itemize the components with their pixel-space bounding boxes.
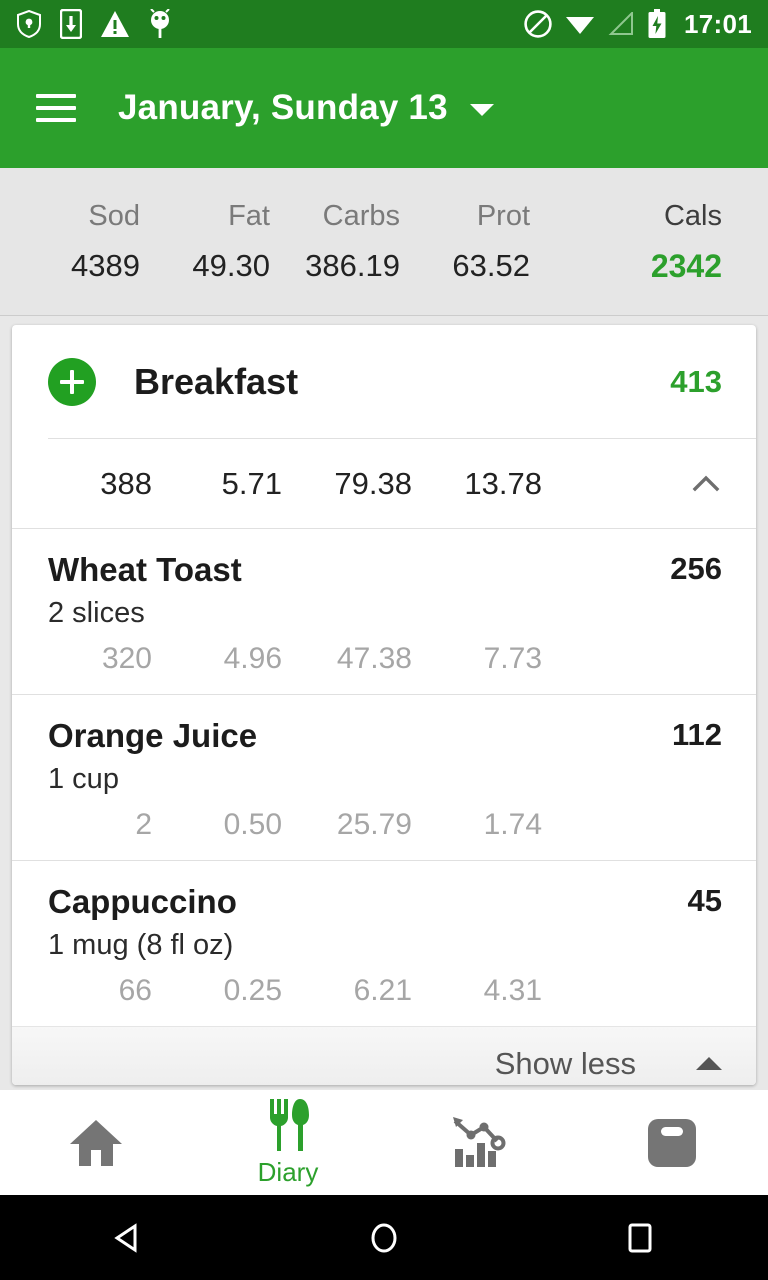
food-name: Wheat Toast: [48, 551, 242, 589]
food-macro-row: 2 0.50 25.79 1.74: [12, 808, 756, 842]
triangle-up-icon: [696, 1057, 722, 1070]
food-macro-sod: 66: [48, 974, 152, 1008]
food-macro-sod: 2: [48, 808, 152, 842]
meal-calories: 413: [670, 364, 722, 400]
food-macro-prot: 4.31: [412, 974, 542, 1008]
food-row-top: Wheat Toast 256: [12, 551, 756, 589]
back-icon: [110, 1220, 146, 1256]
food-calories: 256: [670, 551, 722, 587]
summary-value-carbs: 386.19: [270, 248, 400, 285]
meal-macro-fat: 5.71: [152, 466, 282, 502]
food-row[interactable]: Wheat Toast 256 2 slices 320 4.96 47.38 …: [12, 528, 756, 694]
summary-value-cals: 2342: [530, 248, 768, 285]
meal-macro-sod: 388: [48, 466, 152, 502]
food-row[interactable]: Orange Juice 112 1 cup 2 0.50 25.79 1.74: [12, 694, 756, 860]
meal-macro-carbs: 79.38: [282, 466, 412, 502]
warning-triangle-icon: [100, 10, 130, 38]
food-row-top: Orange Juice 112: [12, 717, 756, 755]
android-navigation-bar: [0, 1195, 768, 1280]
summary-label-cals: Cals: [530, 200, 768, 233]
food-macro-fat: 0.50: [152, 808, 282, 842]
food-row[interactable]: Cappuccino 45 1 mug (8 fl oz) 66 0.25 6.…: [12, 860, 756, 1026]
nav-label-diary: Diary: [258, 1157, 319, 1188]
meal-macro-prot: 13.78: [412, 466, 542, 502]
shield-icon: [16, 10, 42, 38]
status-bar: 17:01: [0, 0, 768, 48]
android-back-button[interactable]: [0, 1220, 256, 1256]
summary-labels-row: Sod Fat Carbs Prot Cals: [0, 200, 768, 233]
meal-title: Breakfast: [134, 361, 298, 403]
hamburger-menu-icon[interactable]: [36, 94, 76, 122]
food-macro-row: 320 4.96 47.38 7.73: [12, 642, 756, 676]
fork-knife-icon: [264, 1097, 312, 1153]
app-bar: January, Sunday 13: [0, 48, 768, 168]
home-icon: [68, 1117, 124, 1169]
food-macro-carbs: 25.79: [282, 808, 412, 842]
food-macro-fat: 4.96: [152, 642, 282, 676]
food-serving: 1 mug (8 fl oz): [12, 929, 756, 962]
nav-item-home[interactable]: [0, 1090, 192, 1195]
show-less-button[interactable]: Show less: [12, 1026, 756, 1085]
food-macro-sod: 320: [48, 642, 152, 676]
home-circle-icon: [367, 1220, 401, 1256]
food-serving: 1 cup: [12, 763, 756, 796]
food-macro-carbs: 47.38: [282, 642, 412, 676]
summary-label-sod: Sod: [0, 200, 140, 233]
scale-icon: [645, 1116, 699, 1170]
meal-card-breakfast: Breakfast 413 388 5.71 79.38 13.78 Wheat…: [12, 325, 756, 1085]
summary-value-sod: 4389: [0, 248, 140, 285]
bottom-navigation-bar: Diary: [0, 1090, 768, 1195]
nav-item-stats[interactable]: [384, 1090, 576, 1195]
android-debug-icon: [148, 9, 172, 39]
daily-summary-bar: Sod Fat Carbs Prot Cals 4389 49.30 386.1…: [0, 168, 768, 316]
food-row-top: Cappuccino 45: [12, 883, 756, 921]
stats-chart-icon: [451, 1115, 509, 1171]
food-name: Cappuccino: [48, 883, 237, 921]
food-macro-prot: 1.74: [412, 808, 542, 842]
summary-label-carbs: Carbs: [270, 200, 400, 233]
chevron-down-icon[interactable]: [470, 104, 494, 116]
summary-value-fat: 49.30: [140, 248, 270, 285]
summary-values-row: 4389 49.30 386.19 63.52 2342: [0, 248, 768, 285]
battery-charging-icon: [647, 9, 667, 39]
status-bar-right-icons: 17:01: [524, 9, 752, 40]
plus-icon[interactable]: [48, 358, 96, 406]
page-title[interactable]: January, Sunday 13: [118, 88, 448, 128]
android-home-button[interactable]: [256, 1220, 512, 1256]
show-less-label: Show less: [495, 1046, 636, 1082]
wifi-icon: [565, 12, 595, 36]
summary-label-fat: Fat: [140, 200, 270, 233]
phone-screen: 17:01 January, Sunday 13 Sod Fat Carbs P…: [0, 0, 768, 1280]
status-bar-clock: 17:01: [684, 9, 752, 40]
meal-macro-row: 388 5.71 79.38 13.78: [48, 438, 756, 528]
nav-item-weight[interactable]: [576, 1090, 768, 1195]
food-calories: 45: [688, 883, 722, 919]
android-recents-button[interactable]: [512, 1221, 768, 1255]
recents-square-icon: [624, 1221, 656, 1255]
status-bar-left-icons: [16, 9, 172, 39]
do-not-disturb-icon: [524, 10, 552, 38]
food-macro-fat: 0.25: [152, 974, 282, 1008]
summary-label-prot: Prot: [400, 200, 530, 233]
nav-item-diary[interactable]: Diary: [192, 1090, 384, 1195]
chevron-up-icon[interactable]: [690, 468, 722, 500]
food-macro-row: 66 0.25 6.21 4.31: [12, 974, 756, 1008]
meal-header[interactable]: Breakfast 413: [12, 325, 756, 438]
download-to-phone-icon: [60, 9, 82, 39]
cell-signal-icon: [608, 12, 634, 36]
food-macro-carbs: 6.21: [282, 974, 412, 1008]
food-name: Orange Juice: [48, 717, 257, 755]
food-macro-prot: 7.73: [412, 642, 542, 676]
summary-value-prot: 63.52: [400, 248, 530, 285]
food-serving: 2 slices: [12, 597, 756, 630]
food-calories: 112: [672, 717, 722, 753]
